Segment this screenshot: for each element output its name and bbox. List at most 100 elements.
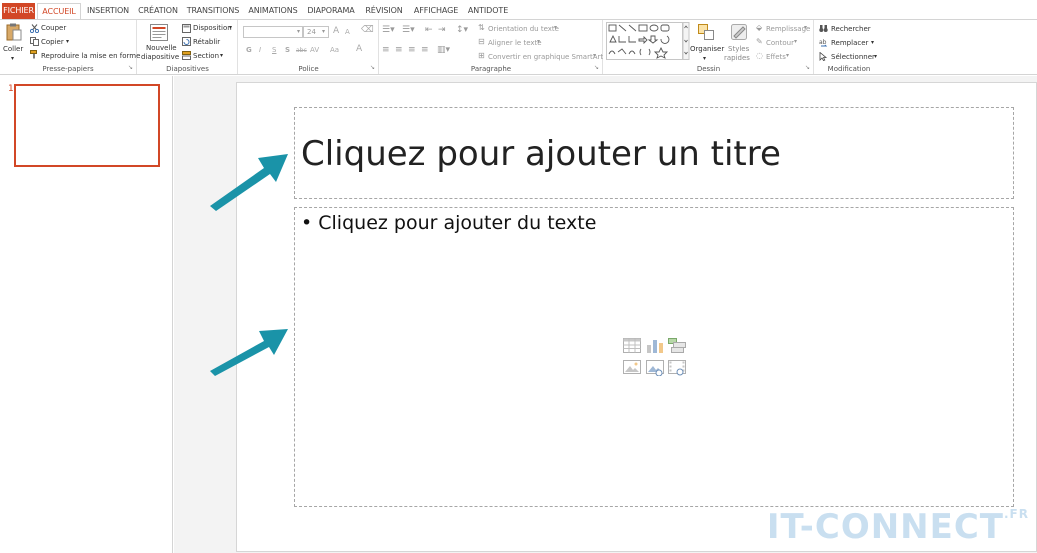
insert-online-picture-icon[interactable]: [646, 360, 664, 376]
group-slides: Nouvelle diapositive Disposition ▾ Rétab…: [138, 20, 238, 74]
font-size-value: 24: [307, 28, 316, 36]
shape-outline-button[interactable]: Contour: [766, 39, 794, 48]
shapes-gallery[interactable]: [606, 22, 690, 60]
grow-font-button[interactable]: A: [333, 27, 339, 36]
content-bullet-line: • Cliquez pour ajouter du texte: [301, 212, 596, 234]
dialog-launcher-icon[interactable]: ↘: [594, 63, 599, 72]
new-slide-button[interactable]: Nouvelle diapositive: [140, 22, 179, 64]
tab-antidote[interactable]: ANTIDOTE: [466, 3, 510, 19]
tab-insert[interactable]: INSERTION: [84, 3, 132, 19]
slide-editor: Cliquez pour ajouter un titre • Cliquez …: [174, 76, 1037, 553]
dialog-launcher-icon[interactable]: ↘: [370, 63, 375, 72]
columns-icon[interactable]: ▥▾: [437, 46, 450, 55]
watermark-suffix: .FR: [1004, 507, 1029, 521]
align-center-icon[interactable]: ≡: [395, 46, 403, 55]
scissors-icon: [30, 24, 39, 33]
tab-home[interactable]: ACCUEIL: [37, 3, 81, 20]
increase-indent-icon[interactable]: ⇥: [438, 26, 446, 35]
align-right-icon[interactable]: ≡: [408, 46, 416, 55]
clipboard-icon: [6, 23, 22, 41]
text-direction-button[interactable]: Orientation du texte: [488, 25, 559, 34]
italic-button[interactable]: I: [259, 46, 261, 55]
slide-thumbnail-pane: 1: [0, 76, 173, 553]
content-placeholder[interactable]: • Cliquez pour ajouter du texte: [294, 207, 1014, 507]
group-paragraph: ☰▾ ☰▾ ⇤ ⇥ ↕▾ ≡ ≡ ≡ ≡ ▥▾ ⇅ Orientation du…: [380, 20, 603, 74]
font-family-dropdown[interactable]: [243, 26, 303, 38]
dialog-launcher-icon[interactable]: ↘: [128, 63, 133, 72]
char-spacing-button[interactable]: AV: [310, 46, 319, 55]
change-case-button[interactable]: Aa: [330, 46, 339, 55]
tab-file[interactable]: FICHIER: [2, 3, 35, 19]
smartart-icon: ⊞: [478, 51, 485, 60]
copy-icon: [30, 37, 39, 46]
annotation-arrow-content: [210, 329, 288, 376]
watermark-logo: IT-CONNECT.FR: [767, 507, 1029, 547]
justify-icon[interactable]: ≡: [421, 46, 429, 55]
line-spacing-icon[interactable]: ↕▾: [456, 26, 468, 35]
ribbon-tab-bar: FICHIER ACCUEIL INSERTION CRÉATION TRANS…: [0, 0, 1037, 20]
shape-effects-button[interactable]: Effets: [766, 53, 786, 62]
chevron-down-icon[interactable]: ▾: [786, 51, 789, 60]
shrink-font-button[interactable]: A: [345, 28, 350, 37]
tab-animations[interactable]: ANIMATIONS: [246, 3, 300, 19]
select-button[interactable]: Sélectionner: [831, 53, 875, 62]
underline-button[interactable]: S: [272, 46, 276, 55]
reset-icon: [182, 37, 191, 46]
insert-chart-icon[interactable]: [646, 338, 664, 353]
format-painter-button[interactable]: Reproduire la mise en forme: [41, 52, 140, 61]
cut-button[interactable]: Couper: [41, 24, 66, 33]
chevron-down-icon[interactable]: ▾: [322, 27, 325, 36]
title-placeholder-text: Cliquez pour ajouter un titre: [301, 134, 781, 174]
decrease-indent-icon[interactable]: ⇤: [425, 26, 433, 35]
title-placeholder[interactable]: Cliquez pour ajouter un titre: [294, 107, 1014, 199]
font-color-button[interactable]: A: [356, 45, 362, 54]
bullet-glyph: •: [301, 212, 313, 234]
bold-button[interactable]: G: [246, 46, 252, 55]
chevron-down-icon[interactable]: ▾: [804, 23, 807, 32]
insert-smartart-icon[interactable]: [668, 338, 686, 353]
bullets-icon[interactable]: ☰▾: [382, 26, 395, 35]
chevron-down-icon[interactable]: ▾: [220, 51, 223, 60]
copy-button[interactable]: Copier: [41, 38, 64, 47]
dialog-launcher-icon[interactable]: ↘: [805, 63, 810, 72]
chevron-down-icon[interactable]: ▾: [874, 52, 877, 61]
shadow-button[interactable]: S: [285, 46, 290, 55]
layout-icon: [182, 24, 191, 33]
chevron-down-icon: ▾: [11, 55, 15, 62]
layout-button[interactable]: Disposition: [193, 24, 232, 33]
chevron-down-icon[interactable]: ▾: [229, 23, 232, 32]
chevron-down-icon[interactable]: ▾: [297, 27, 300, 36]
smartart-button[interactable]: Convertir en graphique SmartArt: [488, 53, 603, 62]
insert-picture-icon[interactable]: [623, 360, 641, 376]
chevron-down-icon[interactable]: ▾: [794, 37, 797, 46]
arrange-button[interactable]: Organiser ▾: [690, 22, 725, 64]
outline-pen-icon: ✎: [756, 37, 763, 46]
slide-thumbnail[interactable]: [14, 84, 160, 167]
tab-transitions[interactable]: TRANSITIONS: [184, 3, 242, 19]
numbering-icon[interactable]: ☰▾: [402, 26, 415, 35]
section-button[interactable]: Section: [193, 52, 219, 61]
paste-button[interactable]: Coller ▾: [3, 22, 25, 62]
chevron-down-icon[interactable]: ▾: [871, 38, 874, 47]
arrange-label: Organiser: [690, 45, 725, 53]
chevron-down-icon[interactable]: ▾: [66, 37, 69, 46]
find-button[interactable]: Rechercher: [831, 25, 871, 34]
strikethrough-button[interactable]: abc: [296, 46, 307, 55]
fill-bucket-icon: ⬙: [756, 23, 763, 32]
tab-design[interactable]: CRÉATION: [136, 3, 180, 19]
tab-slideshow[interactable]: DIAPORAMA: [304, 3, 358, 19]
chevron-down-icon[interactable]: ▾: [537, 37, 540, 46]
reset-button[interactable]: Rétablir: [193, 38, 220, 47]
quick-styles-label-1: Styles: [728, 45, 750, 53]
align-text-button[interactable]: Aligner le texte: [488, 39, 542, 48]
replace-button[interactable]: Remplacer: [831, 39, 868, 48]
quick-styles-button[interactable]: Styles rapides: [723, 22, 755, 64]
insert-table-icon[interactable]: [623, 338, 641, 353]
chevron-down-icon[interactable]: ▾: [593, 51, 596, 60]
align-left-icon[interactable]: ≡: [382, 46, 390, 55]
tab-review[interactable]: RÉVISION: [362, 3, 406, 19]
chevron-down-icon[interactable]: ▾: [554, 23, 557, 32]
insert-video-icon[interactable]: [668, 360, 686, 376]
tab-view[interactable]: AFFICHAGE: [410, 3, 462, 19]
clear-format-icon[interactable]: ⌫: [361, 26, 374, 35]
